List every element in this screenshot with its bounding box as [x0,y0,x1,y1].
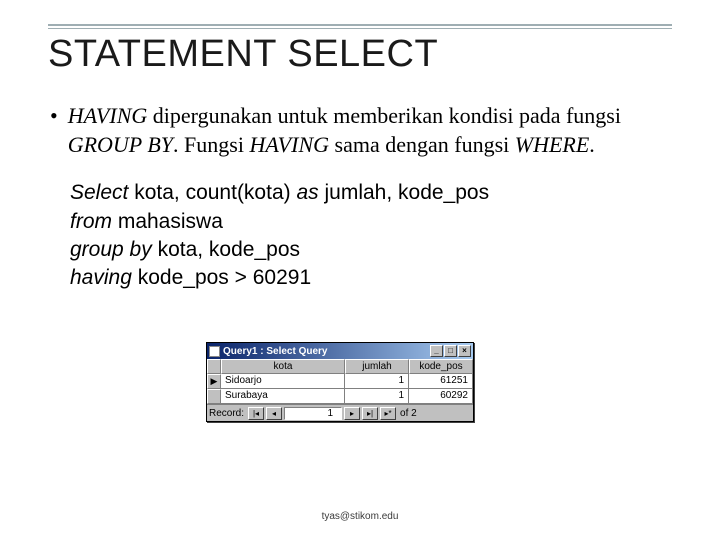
record-navigator: Record: |◂ ◂ 1 ▸ ▸| ▸* of 2 [207,404,473,421]
minimize-button[interactable]: _ [430,345,443,357]
sql-kw-having: having [70,266,132,289]
sql-kw-select: Select [70,181,128,204]
bullet-text: HAVING dipergunakan untuk memberikan kon… [68,102,672,159]
cell-jumlah[interactable]: 1 [345,389,409,404]
slide: STATEMENT SELECT • HAVING dipergunakan u… [0,0,720,540]
bullet-text-part: . [589,132,595,157]
nav-next-button[interactable]: ▸ [344,407,360,420]
window-titlebar[interactable]: Query1 : Select Query _ □ × [207,343,473,359]
nav-last-button[interactable]: ▸| [362,407,378,420]
bullet-item: • HAVING dipergunakan untuk memberikan k… [70,102,672,159]
sql-line-2: from mahasiswa [70,208,672,236]
cell-kota[interactable]: Surabaya [221,389,345,404]
cell-jumlah[interactable]: 1 [345,374,409,389]
nav-of-count: 2 [411,408,417,419]
sql-kw-from: from [70,210,112,233]
nav-label: Record: [209,408,244,419]
sql-text: kota, kode_pos [152,238,300,261]
col-header-jumlah[interactable]: jumlah [345,359,409,374]
keyword-groupby: GROUP BY [68,132,173,157]
grid-corner[interactable] [207,359,221,374]
bullet-text-part: . Fungsi [173,132,249,157]
col-header-kota[interactable]: kota [221,359,345,374]
col-header-kodepos[interactable]: kode_pos [409,359,473,374]
bullet-text-part: dipergunakan untuk memberikan kondisi pa… [147,103,621,128]
bullet-dot-icon: • [50,102,58,159]
sql-line-3: group by kota, kode_pos [70,236,672,264]
sql-text: jumlah, kode_pos [319,181,489,204]
row-selector[interactable]: ▶ [207,374,221,389]
keyword-having: HAVING [68,103,148,128]
sql-line-4: having kode_pos > 60291 [70,264,672,292]
query-result-window: Query1 : Select Query _ □ × kota jumlah … [206,342,474,422]
bullet-text-part: sama dengan fungsi [329,132,515,157]
keyword-where: WHERE [515,132,590,157]
footer-email: tyas@stikom.edu [0,511,720,522]
sql-text: kota, count(kota) [128,181,296,204]
result-grid: kota jumlah kode_pos ▶ Sidoarjo 1 61251 … [207,359,473,404]
sql-text: mahasiswa [112,210,223,233]
window-title: Query1 : Select Query [223,346,328,357]
window-buttons: _ □ × [430,345,471,357]
row-selector[interactable] [207,389,221,404]
nav-of-label: of 2 [400,408,417,419]
sql-text: kode_pos > 60291 [132,266,311,289]
cell-kodepos[interactable]: 61251 [409,374,473,389]
nav-of-text: of [400,408,411,419]
nav-first-button[interactable]: |◂ [248,407,264,420]
slide-title: STATEMENT SELECT [48,33,672,76]
cell-kodepos[interactable]: 60292 [409,389,473,404]
title-rule-inner: STATEMENT SELECT [48,28,672,76]
close-button[interactable]: × [458,345,471,357]
bullet-list: • HAVING dipergunakan untuk memberikan k… [48,102,672,159]
nav-record-input[interactable]: 1 [284,407,342,420]
window-app-icon [209,346,220,357]
cell-kota[interactable]: Sidoarjo [221,374,345,389]
sql-line-1: Select kota, count(kota) as jumlah, kode… [70,179,672,207]
maximize-button[interactable]: □ [444,345,457,357]
sql-kw-groupby: group by [70,238,152,261]
keyword-having-2: HAVING [249,132,329,157]
title-rule-outer: STATEMENT SELECT [48,24,672,76]
sql-code: Select kota, count(kota) as jumlah, kode… [48,179,672,292]
nav-new-button[interactable]: ▸* [380,407,396,420]
sql-kw-as: as [296,181,318,204]
nav-prev-button[interactable]: ◂ [266,407,282,420]
